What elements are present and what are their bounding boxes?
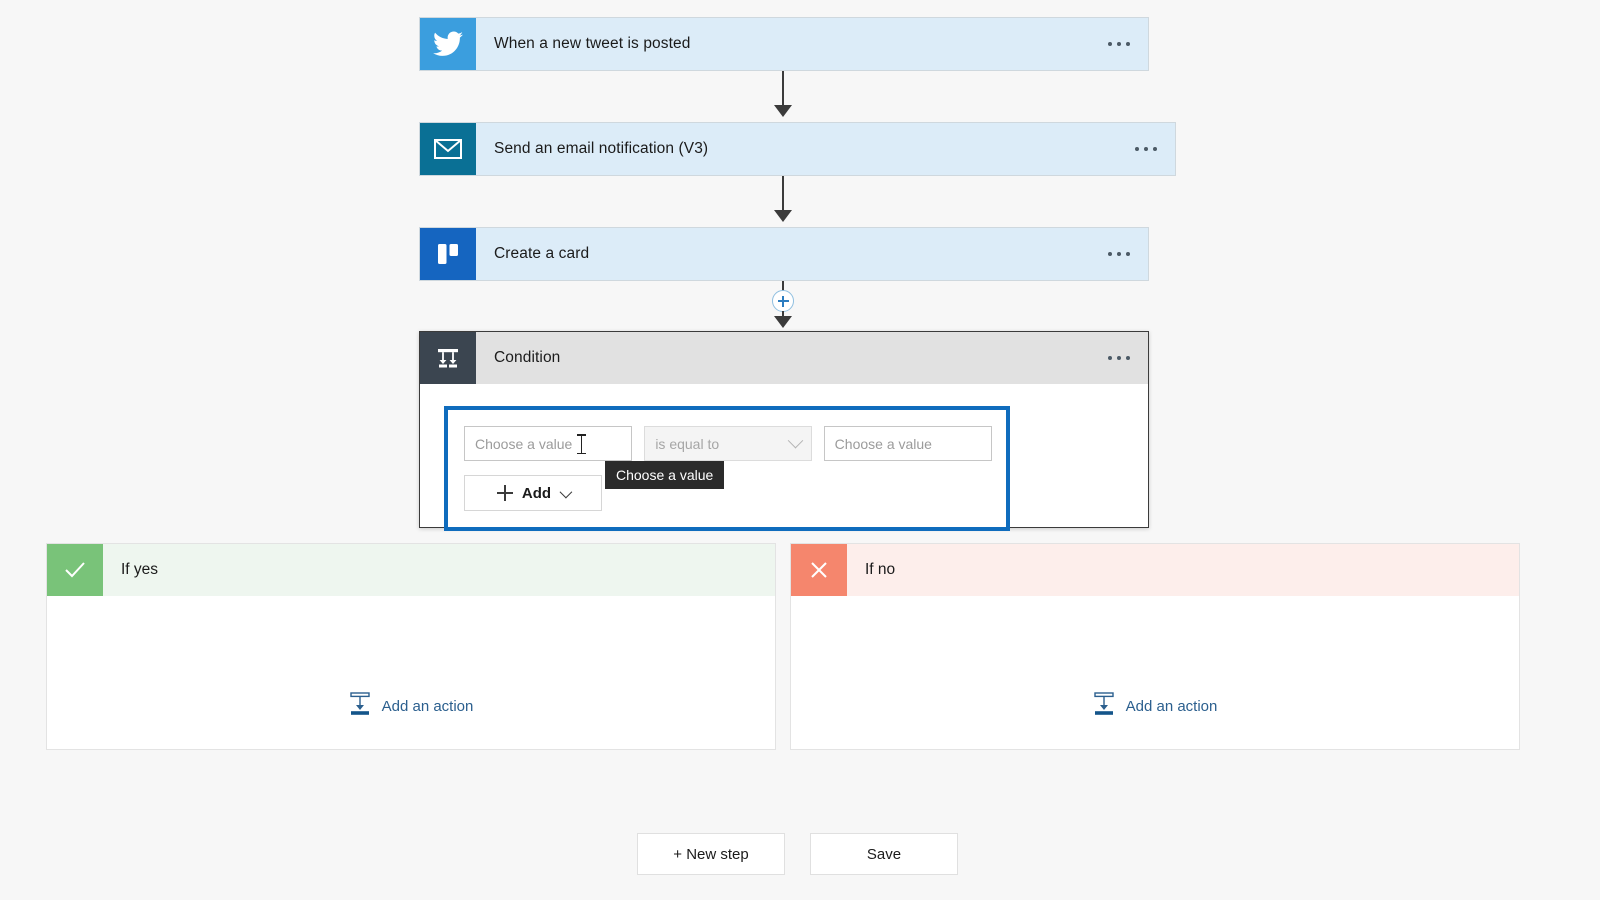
add-action-icon [349, 692, 371, 721]
step-title: Create a card [494, 245, 590, 262]
connector-arrow-icon [774, 210, 792, 222]
overflow-menu-icon[interactable] [1117, 123, 1175, 175]
add-condition-button[interactable]: Add [464, 475, 602, 511]
branch-label: If no [865, 561, 896, 578]
branch-header-if-no[interactable]: If no [791, 544, 1519, 596]
add-condition-label: Add [521, 484, 552, 502]
step-card-trigger-tweet[interactable]: When a new tweet is posted [419, 17, 1149, 71]
flow-designer-canvas: When a new tweet is posted Send an email… [0, 0, 1600, 900]
new-step-label: + New step [673, 845, 749, 863]
email-icon [420, 123, 476, 175]
twitter-icon [420, 18, 476, 70]
step-card-create-card[interactable]: Create a card [419, 227, 1149, 281]
condition-left-value-input[interactable]: Choose a value [464, 426, 633, 461]
branch-label: If yes [121, 561, 159, 578]
save-label: Save [866, 845, 902, 863]
condition-card[interactable]: Condition Choose a value is equal to Cho… [419, 331, 1149, 531]
connector-line [782, 71, 784, 107]
text-ibeam-cursor [577, 434, 586, 454]
condition-operator-value: is equal to [655, 435, 720, 452]
condition-right-value-placeholder: Choose a value [834, 435, 932, 452]
tooltip-text: Choose a value [616, 467, 714, 483]
condition-body: Choose a value is equal to Choose a valu… [420, 384, 1148, 555]
branch-if-no: If no Add an action [790, 543, 1520, 750]
new-step-button[interactable]: + New step [637, 833, 785, 875]
checkmark-icon [47, 544, 103, 596]
overflow-menu-icon[interactable] [1090, 332, 1148, 384]
close-x-icon [791, 544, 847, 596]
condition-right-value-input[interactable]: Choose a value [823, 426, 992, 461]
branch-if-yes: If yes Add an action [46, 543, 776, 750]
condition-header[interactable]: Condition [420, 332, 1148, 384]
condition-row-focus-region[interactable]: Choose a value is equal to Choose a valu… [444, 406, 1010, 531]
chevron-down-icon [787, 432, 803, 449]
condition-row: Choose a value is equal to Choose a valu… [464, 426, 992, 461]
overflow-menu-icon[interactable] [1090, 18, 1148, 70]
overflow-menu-icon[interactable] [1090, 228, 1148, 280]
trello-icon [420, 228, 476, 280]
add-action-label: Add an action [381, 698, 474, 715]
tooltip-choose-a-value: Choose a value [605, 461, 725, 489]
condition-left-value-placeholder: Choose a value [475, 435, 573, 452]
plus-icon [496, 485, 513, 501]
add-action-icon [1093, 692, 1115, 721]
add-an-action-if-yes[interactable]: Add an action [47, 692, 775, 721]
step-title: Send an email notification (V3) [494, 140, 709, 157]
plus-circle-icon[interactable] [772, 290, 794, 312]
condition-operator-dropdown[interactable]: is equal to [644, 426, 812, 461]
step-card-send-email[interactable]: Send an email notification (V3) [419, 122, 1176, 176]
condition-branch-icon [420, 332, 476, 384]
connector-arrow-icon [774, 316, 792, 328]
condition-title: Condition [494, 349, 561, 366]
chevron-down-icon[interactable] [559, 485, 573, 498]
save-button[interactable]: Save [810, 833, 958, 875]
connector-line [782, 176, 784, 212]
add-action-label: Add an action [1125, 698, 1218, 715]
branch-header-if-yes[interactable]: If yes [47, 544, 775, 596]
add-an-action-if-no[interactable]: Add an action [791, 692, 1519, 721]
connector-arrow-icon [774, 105, 792, 117]
step-title: When a new tweet is posted [494, 35, 691, 52]
